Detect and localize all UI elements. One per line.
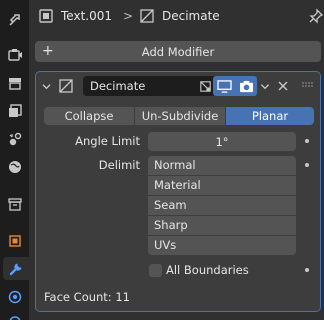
close-icon[interactable]	[278, 81, 288, 91]
add-modifier-label: Add Modifier	[141, 44, 215, 59]
all-boundaries-label: All Boundaries	[166, 263, 249, 277]
scene-icon	[9, 132, 21, 145]
keyframe-dot-icon[interactable]	[305, 268, 309, 272]
delimit-option-uvs[interactable]: UVs	[148, 236, 296, 255]
delimit-option-seam[interactable]: Seam	[148, 196, 296, 215]
physics-icon	[8, 315, 21, 320]
pin-icon[interactable]	[308, 8, 324, 24]
angle-limit-field[interactable]: 1°	[148, 132, 296, 151]
mode-planar-button[interactable]: Planar	[226, 107, 314, 125]
all-boundaries-checkbox[interactable]	[149, 264, 162, 277]
tab-view-layer[interactable]	[3, 99, 26, 122]
mode-collapse-button[interactable]: Collapse	[44, 107, 134, 125]
decimate-modifier-icon	[59, 79, 73, 93]
decimate-modifier-panel: Decimate Collapse Un-Subdivide Planar An…	[35, 71, 321, 312]
realtime-display-toggle[interactable]	[213, 76, 235, 96]
plus-icon: +	[42, 43, 54, 59]
collection-icon	[7, 197, 22, 211]
delimit-option-sharp[interactable]: Sharp	[148, 216, 296, 235]
chevron-down-icon[interactable]	[42, 82, 51, 91]
breadcrumb-separator: >	[123, 9, 134, 23]
view-layer-icon	[8, 103, 22, 117]
breadcrumb-modifier-name: Decimate	[162, 9, 220, 23]
tab-modifier[interactable]	[3, 257, 29, 280]
tab-particles[interactable]	[3, 285, 26, 308]
object-icon	[8, 234, 21, 247]
particles-icon	[8, 290, 21, 303]
tab-output[interactable]	[3, 71, 26, 94]
tab-collection[interactable]	[3, 192, 26, 215]
world-icon	[8, 160, 21, 173]
object-data-icon	[39, 9, 53, 23]
decimate-modifier-icon	[140, 9, 154, 23]
properties-header: Text.001 > Decimate	[29, 0, 324, 33]
tool-icon	[8, 13, 20, 26]
delimit-label: Delimit	[98, 158, 140, 172]
properties-tab-strip	[0, 0, 29, 320]
tab-physics[interactable]	[3, 309, 26, 320]
tab-render[interactable]	[3, 43, 26, 66]
modifier-panel-header: Decimate	[36, 72, 320, 100]
camera-icon	[239, 80, 253, 92]
angle-limit-label: Angle Limit	[75, 134, 140, 148]
mode-unsubdivide-button[interactable]: Un-Subdivide	[135, 107, 225, 125]
dropdown-chevron-icon[interactable]	[260, 82, 270, 91]
tab-scene[interactable]	[3, 127, 26, 150]
add-modifier-button[interactable]: + Add Modifier	[35, 41, 321, 62]
tab-tool[interactable]	[3, 8, 26, 31]
delimit-option-material[interactable]: Material	[148, 176, 296, 195]
breadcrumb-object-name: Text.001	[61, 9, 112, 23]
output-icon	[8, 77, 21, 90]
monitor-icon	[216, 79, 232, 93]
keyframe-dot-icon[interactable]	[305, 139, 309, 143]
delimit-option-normal[interactable]: Normal	[148, 156, 296, 175]
drag-handle-icon[interactable]	[302, 82, 314, 88]
render-icon	[7, 48, 22, 61]
face-count-text: Face Count: 11	[44, 290, 130, 304]
keyframe-dot-icon[interactable]	[305, 163, 309, 167]
tab-world[interactable]	[3, 155, 26, 178]
tab-object[interactable]	[3, 229, 26, 252]
render-toggle[interactable]	[235, 76, 257, 96]
edit-mode-icon	[199, 80, 211, 92]
modifier-icon	[9, 263, 22, 275]
